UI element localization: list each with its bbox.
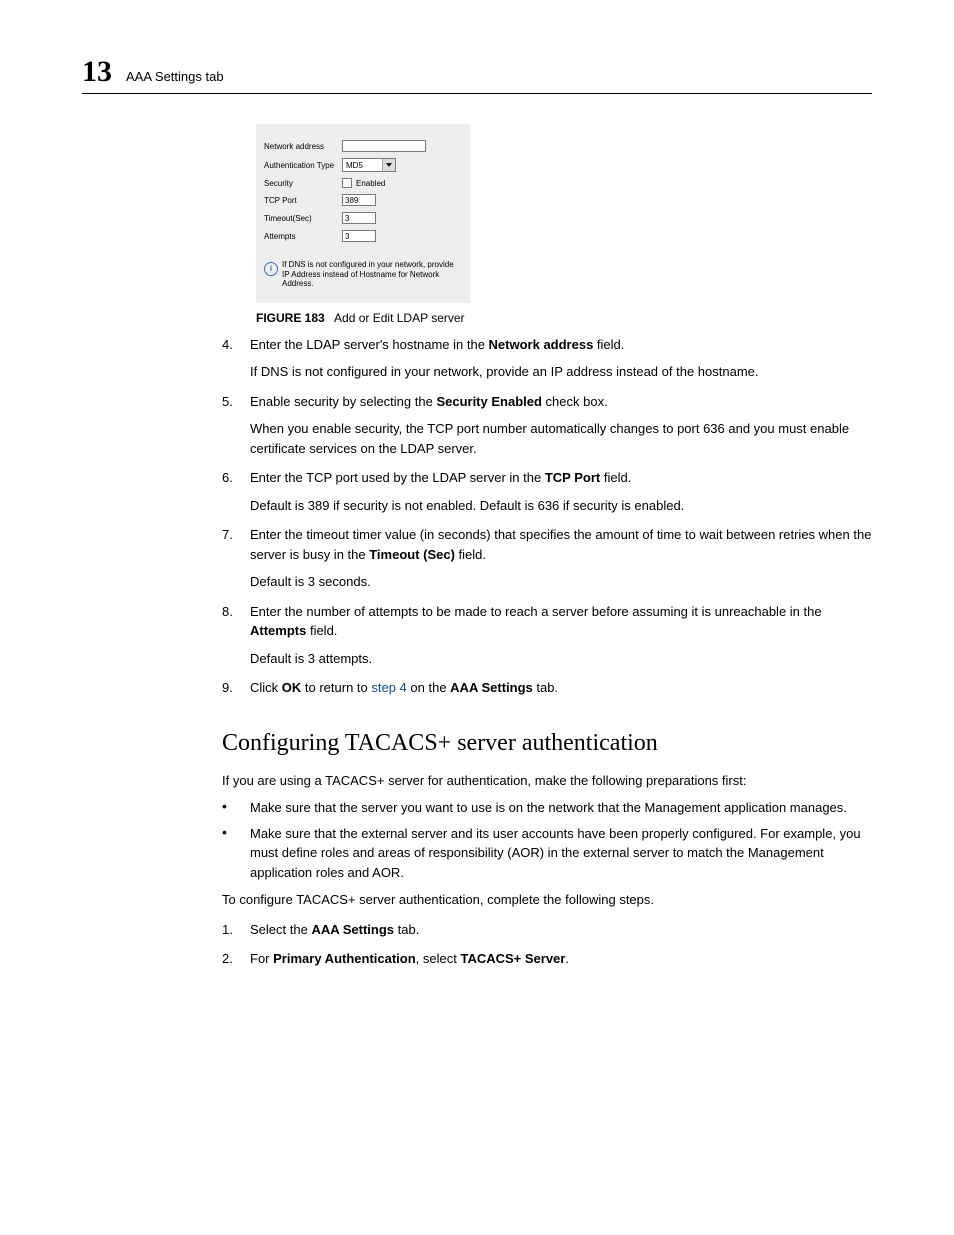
dialog-note-text: If DNS is not configured in your network… bbox=[282, 260, 462, 289]
bullet-list: •Make sure that the server you want to u… bbox=[222, 798, 872, 882]
link-step-4[interactable]: step 4 bbox=[371, 680, 406, 695]
row-security: Security Enabled bbox=[264, 178, 462, 188]
step-number: 1. bbox=[222, 920, 250, 940]
chapter-number: 13 bbox=[82, 55, 112, 89]
figure-label: FIGURE 183 bbox=[256, 311, 325, 325]
step-content: Click OK to return to step 4 on the AAA … bbox=[250, 678, 872, 698]
step-item: 1.Select the AAA Settings tab. bbox=[222, 920, 872, 940]
bullet-dot: • bbox=[222, 824, 250, 883]
ldap-dialog: Network address Authentication Type MD5 … bbox=[256, 124, 470, 303]
step-item: 2.For Primary Authentication, select TAC… bbox=[222, 949, 872, 969]
step-item: 7.Enter the timeout timer value (in seco… bbox=[222, 525, 872, 564]
step-content: Enter the number of attempts to be made … bbox=[250, 602, 872, 641]
bullet-text: Make sure that the external server and i… bbox=[250, 824, 872, 883]
label-attempts: Attempts bbox=[264, 232, 342, 241]
figure-block: Network address Authentication Type MD5 … bbox=[256, 124, 872, 325]
section-intro: If you are using a TACACS+ server for au… bbox=[222, 771, 872, 791]
label-auth-type: Authentication Type bbox=[264, 161, 342, 170]
step-sub: Default is 3 attempts. bbox=[250, 649, 872, 669]
label-security: Security bbox=[264, 179, 342, 188]
step-number: 6. bbox=[222, 468, 250, 488]
label-network-address: Network address bbox=[264, 142, 342, 151]
step-item: 5.Enable security by selecting the Secur… bbox=[222, 392, 872, 412]
step-number: 5. bbox=[222, 392, 250, 412]
step-number: 7. bbox=[222, 525, 250, 564]
step-sub: If DNS is not configured in your network… bbox=[250, 362, 872, 382]
step-content: Enter the TCP port used by the LDAP serv… bbox=[250, 468, 872, 488]
step-number: 9. bbox=[222, 678, 250, 698]
bullet-dot: • bbox=[222, 798, 250, 818]
section-heading-tacacs: Configuring TACACS+ server authenticatio… bbox=[222, 730, 872, 757]
row-tcp-port: TCP Port 389 bbox=[264, 194, 462, 206]
step-9-list: 9. Click OK to return to step 4 on the A… bbox=[222, 678, 872, 698]
page-header: 13 AAA Settings tab bbox=[82, 55, 872, 94]
input-attempts[interactable]: 3 bbox=[342, 230, 376, 242]
row-timeout: Timeout(Sec) 3 bbox=[264, 212, 462, 224]
step-item: 4.Enter the LDAP server's hostname in th… bbox=[222, 335, 872, 355]
checkbox-security-enabled[interactable] bbox=[342, 178, 352, 188]
step-number: 4. bbox=[222, 335, 250, 355]
step-content: Enter the LDAP server's hostname in the … bbox=[250, 335, 872, 355]
step-sub: Default is 3 seconds. bbox=[250, 572, 872, 592]
bullet-item: •Make sure that the server you want to u… bbox=[222, 798, 872, 818]
row-attempts: Attempts 3 bbox=[264, 230, 462, 242]
step-sub: When you enable security, the TCP port n… bbox=[250, 419, 872, 458]
step-content: For Primary Authentication, select TACAC… bbox=[250, 949, 872, 969]
step-content: Select the AAA Settings tab. bbox=[250, 920, 872, 940]
dialog-note: i If DNS is not configured in your netwo… bbox=[264, 260, 462, 289]
step-content: Enable security by selecting the Securit… bbox=[250, 392, 872, 412]
step-number: 8. bbox=[222, 602, 250, 641]
label-tcp-port: TCP Port bbox=[264, 196, 342, 205]
step-9: 9. Click OK to return to step 4 on the A… bbox=[222, 678, 872, 698]
chevron-down-icon bbox=[382, 159, 395, 171]
step-content: Enter the timeout timer value (in second… bbox=[250, 525, 872, 564]
step-item: 8.Enter the number of attempts to be mad… bbox=[222, 602, 872, 641]
dropdown-auth-type[interactable]: MD5 bbox=[342, 158, 396, 172]
figure-caption-text: Add or Edit LDAP server bbox=[334, 311, 465, 325]
bullet-item: •Make sure that the external server and … bbox=[222, 824, 872, 883]
step-number: 2. bbox=[222, 949, 250, 969]
row-auth-type: Authentication Type MD5 bbox=[264, 158, 462, 172]
label-timeout: Timeout(Sec) bbox=[264, 214, 342, 223]
row-network-address: Network address bbox=[264, 140, 462, 152]
figure-caption: FIGURE 183 Add or Edit LDAP server bbox=[256, 311, 872, 325]
step-sub: Default is 389 if security is not enable… bbox=[250, 496, 872, 516]
bullet-text: Make sure that the server you want to us… bbox=[250, 798, 872, 818]
section-lead: To configure TACACS+ server authenticati… bbox=[222, 890, 872, 910]
page: 13 AAA Settings tab Network address Auth… bbox=[0, 0, 954, 1055]
step-item: 6.Enter the TCP port used by the LDAP se… bbox=[222, 468, 872, 488]
steps-list-2: 1.Select the AAA Settings tab.2.For Prim… bbox=[222, 920, 872, 969]
header-title: AAA Settings tab bbox=[126, 69, 224, 84]
info-icon: i bbox=[264, 262, 278, 276]
body-area: 4.Enter the LDAP server's hostname in th… bbox=[222, 335, 872, 969]
checkbox-security-label: Enabled bbox=[356, 179, 385, 188]
input-timeout[interactable]: 3 bbox=[342, 212, 376, 224]
input-network-address[interactable] bbox=[342, 140, 426, 152]
dropdown-auth-type-value: MD5 bbox=[346, 161, 363, 170]
steps-list-1: 4.Enter the LDAP server's hostname in th… bbox=[222, 335, 872, 669]
input-tcp-port[interactable]: 389 bbox=[342, 194, 376, 206]
